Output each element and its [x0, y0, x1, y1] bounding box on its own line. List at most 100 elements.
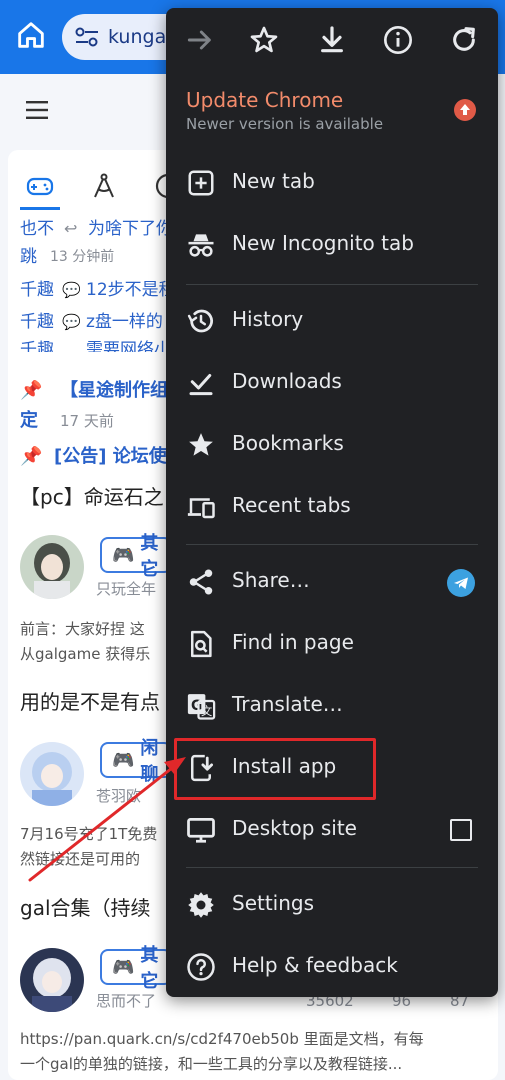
avatar[interactable]	[20, 948, 84, 1012]
download-icon[interactable]	[316, 24, 348, 56]
menu-item-help-feedback[interactable]: Help & feedback	[166, 936, 498, 998]
menu-item-label: Settings	[232, 891, 315, 915]
menu-item-recent-tabs[interactable]: Recent tabs	[166, 476, 498, 538]
help-icon	[187, 953, 215, 981]
menu-item-new-tab[interactable]: New tab	[166, 152, 498, 214]
menu-item-new-incognito-tab[interactable]: New Incognito tab	[166, 214, 498, 276]
comment-icon: 💬	[62, 281, 81, 299]
share-icon	[189, 569, 213, 595]
reply-icon: ↩	[64, 219, 78, 238]
menu-toolbar	[166, 8, 498, 72]
post-author[interactable]: 只玩全年	[96, 580, 156, 598]
url-text: kungal	[108, 26, 172, 48]
screen: kungal 也不 ↩ 为啥下了你 跳 13 分钟前 千趣 💬 12步不是租 千…	[0, 0, 505, 1080]
avatar[interactable]	[20, 742, 84, 806]
menu-item-label: New tab	[232, 169, 315, 193]
incognito-icon	[188, 234, 214, 257]
recent-tabs-devices-icon	[187, 498, 215, 519]
post-heading[interactable]: 用的是不是有点	[20, 690, 160, 714]
pinned-title[interactable]: 【星途制作组	[60, 380, 168, 402]
feed-clipped-row: 千趣 需要网络小	[20, 340, 170, 352]
menu-item-label: Share…	[232, 568, 310, 592]
downloads-check-icon	[189, 374, 213, 396]
site-settings-icon[interactable]	[74, 26, 100, 48]
feed-user[interactable]: 千趣	[20, 340, 54, 352]
compass-drawing-icon[interactable]	[90, 172, 118, 200]
find-in-page-icon	[191, 630, 212, 658]
update-badge-icon	[454, 99, 476, 121]
post-excerpt: https://pan.quark.cn/s/cd2f470eb50b 里面是文…	[20, 1030, 424, 1048]
pinned-title[interactable]: [公告] 论坛使	[54, 446, 167, 468]
menu-item-label: New Incognito tab	[232, 231, 414, 255]
post-author[interactable]: 苍羽欧	[96, 787, 141, 805]
avatar[interactable]	[20, 535, 84, 599]
refresh-icon[interactable]	[448, 24, 480, 56]
feed-user[interactable]: 也不	[20, 219, 54, 239]
menu-divider	[186, 544, 478, 545]
hamburger-menu-icon[interactable]	[26, 100, 50, 120]
feed-text[interactable]: 需要网络小	[86, 340, 170, 352]
menu-item-label: Find in page	[232, 630, 354, 654]
gamepad-icon: 🎮	[112, 749, 135, 771]
feed-text[interactable]: 12步不是租	[86, 280, 176, 300]
feed-text[interactable]: z盘一样的	[86, 312, 163, 332]
menu-item-label: History	[232, 307, 304, 331]
menu-item-desktop-site[interactable]: Desktop site	[166, 799, 498, 861]
feed-user[interactable]: 跳	[20, 247, 37, 267]
menu-item-downloads[interactable]: Downloads	[166, 352, 498, 414]
home-icon[interactable]	[14, 18, 48, 52]
history-icon	[187, 309, 213, 333]
svg-text:文: 文	[201, 704, 212, 718]
translate-icon: G 文	[187, 694, 216, 720]
pin-icon: 📌	[20, 380, 43, 401]
menu-item-label: Recent tabs	[232, 493, 351, 517]
category-tabs	[26, 172, 182, 200]
menu-item-label: Help & feedback	[232, 953, 398, 977]
menu-item-translate[interactable]: G 文 Translate…	[166, 675, 498, 737]
gamepad-icon[interactable]	[26, 172, 54, 200]
post-author[interactable]: 思而不了	[96, 992, 156, 1010]
new-tab-icon	[188, 170, 214, 196]
install-app-highlight	[174, 738, 376, 800]
active-tab-indicator	[20, 207, 60, 210]
update-chrome-subtitle: Newer version is available	[186, 115, 384, 133]
feed-user[interactable]: 千趣	[20, 312, 54, 332]
menu-item-label: Translate…	[232, 692, 343, 716]
menu-item-settings[interactable]: Settings	[166, 874, 498, 936]
category-chip[interactable]: 🎮 其它	[100, 945, 172, 992]
category-chip[interactable]: 🎮 其它	[100, 533, 172, 580]
category-chip[interactable]: 🎮 闲聊	[100, 738, 172, 785]
update-chrome-title[interactable]: Update Chrome	[186, 88, 343, 112]
telegram-share-icon[interactable]	[447, 569, 475, 597]
comment-icon: 💬	[62, 313, 81, 331]
pin-icon: 📌	[20, 446, 43, 467]
pinned-title[interactable]: 定	[20, 410, 38, 432]
menu-item-label: Desktop site	[232, 816, 357, 840]
post-heading[interactable]: gal合集（持续	[20, 896, 151, 920]
desktop-site-checkbox[interactable]	[450, 819, 472, 841]
menu-item-history[interactable]: History	[166, 290, 498, 352]
menu-item-label: Bookmarks	[232, 431, 344, 455]
info-icon[interactable]	[382, 24, 414, 56]
post-excerpt: 从galgame 获得乐	[20, 645, 151, 663]
chrome-overflow-menu: Update Chrome Newer version is available…	[166, 8, 498, 997]
forward-icon[interactable]	[184, 24, 216, 56]
gear-icon	[188, 892, 214, 918]
feed-user[interactable]: 千趣	[20, 280, 54, 300]
post-excerpt: 7月16号充了1T免费	[20, 825, 158, 843]
pinned-time: 17 天前	[60, 412, 114, 430]
star-icon[interactable]	[248, 24, 280, 56]
post-excerpt: 前言：大家好捏 这	[20, 620, 145, 638]
menu-divider	[186, 867, 478, 868]
post-heading[interactable]: 【pc】命运石之	[20, 485, 164, 509]
menu-item-bookmarks[interactable]: Bookmarks	[166, 414, 498, 476]
menu-item-label: Downloads	[232, 369, 342, 393]
menu-item-find-in-page[interactable]: Find in page	[166, 613, 498, 675]
gamepad-icon: 🎮	[112, 956, 135, 978]
post-excerpt: 一个gal的单独的链接，和一些工具的分享以及教程链接...	[20, 1055, 403, 1073]
menu-divider	[186, 284, 478, 285]
gamepad-icon: 🎮	[112, 544, 135, 566]
feed-text[interactable]: 为啥下了你	[88, 219, 173, 239]
feed-time: 13 分钟前	[50, 249, 115, 265]
bookmark-star-icon	[189, 433, 213, 456]
